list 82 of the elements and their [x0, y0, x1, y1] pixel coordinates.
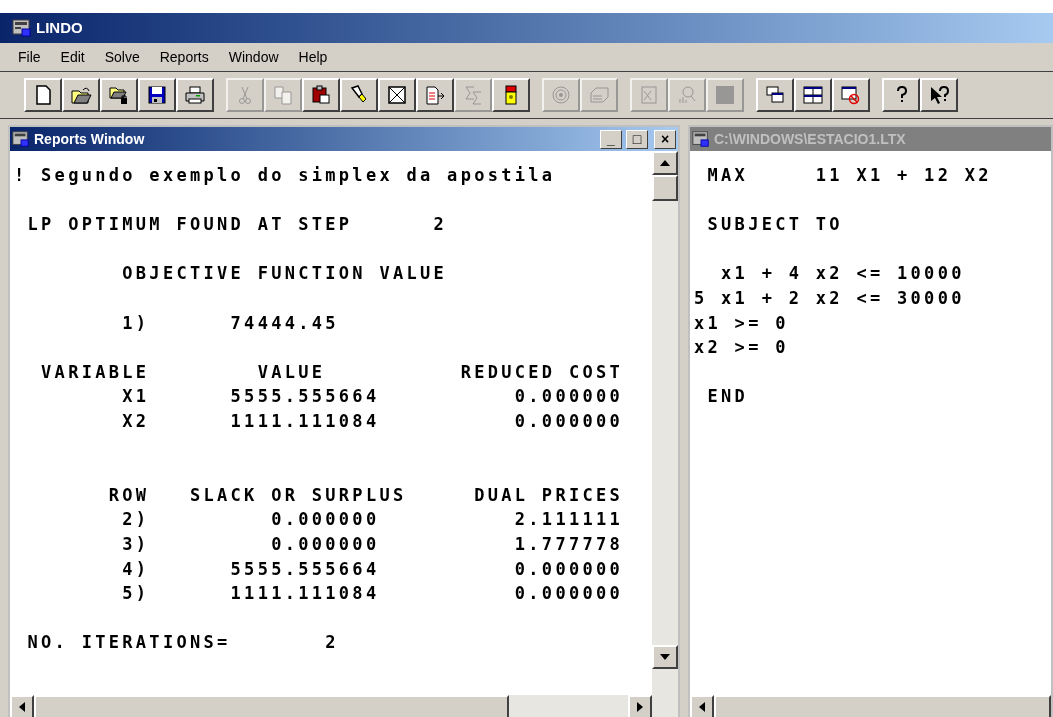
app-icon: [12, 130, 30, 148]
horizontal-scrollbar[interactable]: [10, 695, 678, 717]
scroll-thumb[interactable]: [652, 175, 678, 201]
minimize-button[interactable]: _: [600, 129, 622, 149]
output-line: ! Segundo exemplo do simplex da apostila: [14, 165, 556, 185]
target-icon: [550, 84, 572, 106]
cascade-windows-button[interactable]: [756, 78, 794, 112]
text-area[interactable]: [10, 151, 652, 695]
window-title: Reports Window: [34, 129, 146, 149]
document-arrow-icon: [424, 84, 446, 106]
text-area[interactable]: MAX 11 X1 + 12 X2 SUBJECT TO x1 + 4 x2 <= 10000 5 x1 + 2 x2 <= 30000 x1 >= 0 x2 >= 0 END: [690, 151, 1051, 695]
close-button[interactable]: ×: [654, 129, 676, 149]
folder-lock-icon: [108, 84, 130, 106]
output-line: END: [706, 386, 749, 407]
document-button[interactable]: [24, 78, 62, 112]
crossed-box-icon: [386, 84, 408, 106]
scroll-left-button[interactable]: [10, 695, 34, 717]
sigma-icon: [462, 84, 484, 106]
pointer-help-icon: [928, 84, 950, 106]
menu-item[interactable]: Window: [228, 46, 279, 68]
printer-button[interactable]: [176, 78, 214, 112]
floppy-disk-button[interactable]: [138, 78, 176, 112]
crossed-box-button[interactable]: [378, 78, 416, 112]
output-line: X2 1111.111084 0.000000: [121, 410, 624, 431]
output-line: MAX 11 X1 + 12 X2: [706, 165, 992, 185]
folder-lock-button[interactable]: [100, 78, 138, 112]
menu-item[interactable]: Help: [298, 46, 328, 68]
output-line: x1 >= 0: [694, 312, 789, 333]
menu-item[interactable]: Edit: [60, 46, 85, 68]
scroll-up-button[interactable]: [652, 151, 678, 175]
window-prohibited-icon: [840, 84, 862, 106]
blank-square-icon: [714, 84, 736, 106]
down-arrow-icon: [660, 654, 670, 660]
window-title: C:\WINDOWS\ESTACIO1.LTX: [714, 129, 907, 149]
left-arrow-icon: [19, 702, 25, 712]
window-title: LINDO: [36, 17, 83, 38]
output-line: 1) 74444.45: [121, 312, 339, 333]
menu-item[interactable]: Solve: [104, 46, 140, 68]
output-line: SUBJECT TO: [706, 214, 843, 235]
output-line: LP OPTIMUM FOUND AT STEP 2: [26, 214, 448, 235]
window-prohibited-button[interactable]: [832, 78, 870, 112]
output-line: 5) 1111.111084 0.000000: [121, 583, 624, 604]
pointer-help-button[interactable]: [920, 78, 958, 112]
copy-icon: [272, 84, 294, 106]
up-arrow-icon: [660, 160, 670, 166]
folder-button[interactable]: [62, 78, 100, 112]
tiled-windows-icon: [802, 84, 824, 106]
output-line: ROW SLACK OR SURPLUS DUAL PRICES: [107, 484, 624, 505]
scroll-right-button[interactable]: [628, 695, 652, 717]
maximize-button[interactable]: □: [626, 129, 648, 149]
stacked-blocks-button[interactable]: [492, 78, 530, 112]
app-icon: [12, 18, 32, 38]
vertical-scrollbar[interactable]: [652, 151, 678, 695]
output-line: x2 >= 0: [694, 337, 789, 358]
output-line: NO. ITERATIONS= 2: [26, 632, 339, 653]
menu-item[interactable]: Reports: [159, 46, 209, 68]
scroll-down-button[interactable]: [652, 645, 678, 669]
help-button[interactable]: [882, 78, 920, 112]
left-arrow-icon: [699, 702, 705, 712]
output-line: 4) 5555.555664 0.000000: [121, 558, 624, 579]
printer-icon: [184, 84, 206, 106]
output-line: 5 x1 + 2 x2 <= 30000: [694, 287, 965, 308]
magnifier-icon: [676, 84, 698, 106]
app-icon: [692, 130, 710, 148]
output-line: 2) 0.000000 2.111111: [121, 509, 624, 530]
tiled-windows-button[interactable]: [794, 78, 832, 112]
output-line: x1 + 4 x2 <= 10000: [720, 263, 965, 284]
cascade-windows-icon: [764, 84, 786, 106]
menu-item[interactable]: File: [18, 46, 41, 68]
scroll-thumb[interactable]: [34, 695, 509, 717]
spreadsheet-icon: [638, 84, 660, 106]
flashlight-button[interactable]: [340, 78, 378, 112]
output-line: X1 5555.555664 0.000000: [121, 386, 624, 407]
output-line: VARIABLE VALUE REDUCED COST: [40, 361, 624, 382]
clipboard-icon: [310, 84, 332, 106]
output-line: OBJECTIVE FUNCTION VALUE: [121, 263, 448, 284]
right-arrow-icon: [637, 702, 643, 712]
document-arrow-button[interactable]: [416, 78, 454, 112]
scroll-left-button[interactable]: [690, 695, 714, 717]
clipboard-button[interactable]: [302, 78, 340, 112]
keyboard-icon: [588, 84, 610, 106]
output-line: 3) 0.000000 1.777778: [121, 533, 624, 554]
